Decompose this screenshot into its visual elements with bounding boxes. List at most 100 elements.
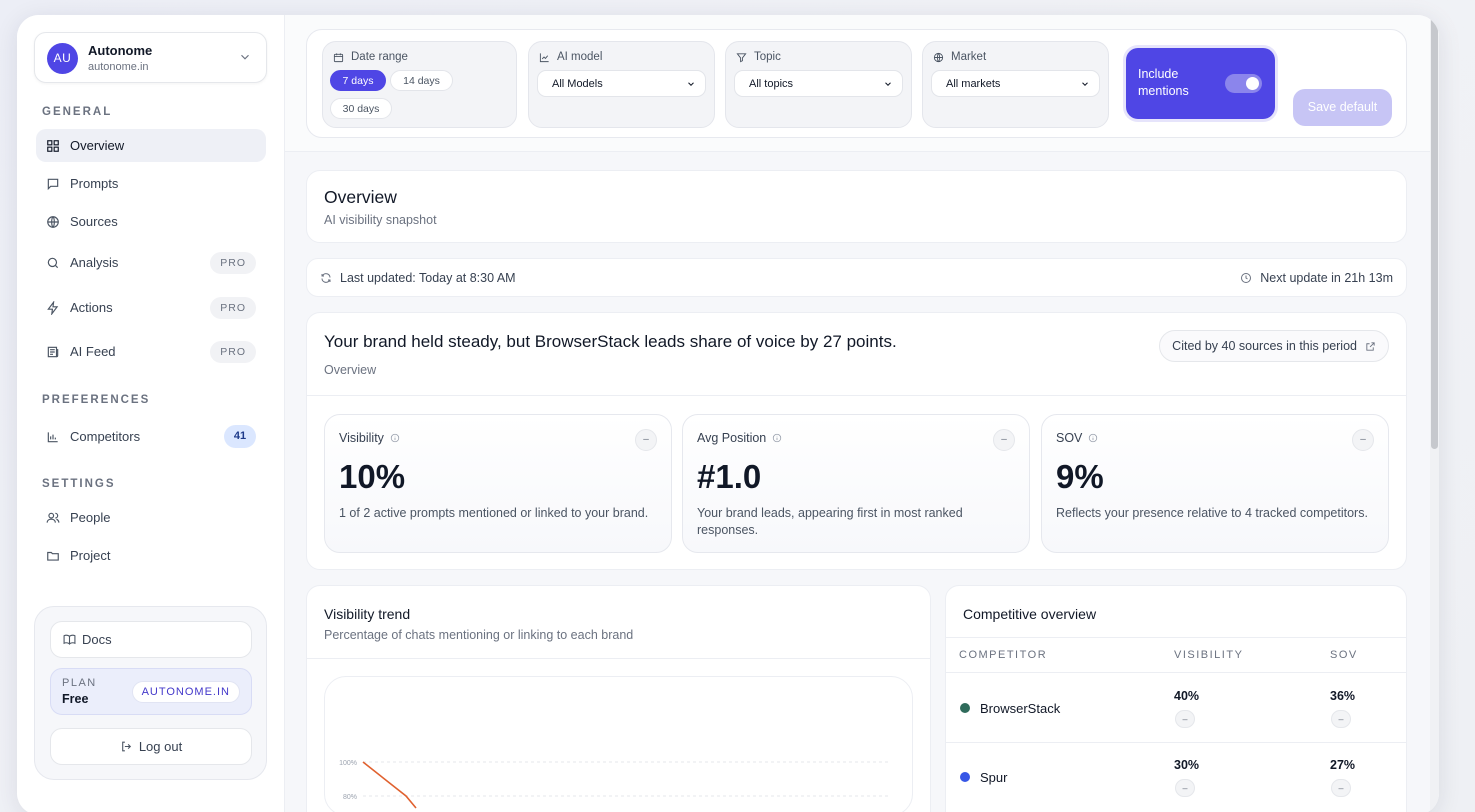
last-updated-text: Last updated: Today at 8:30 AM (340, 271, 516, 285)
column-header-sov[interactable]: SOV (1330, 649, 1358, 661)
scrollbar-thumb[interactable] (1431, 17, 1438, 449)
overview-header: Overview AI visibility snapshot (306, 170, 1407, 243)
globe-icon (933, 52, 944, 62)
competitor-name: Spur (980, 770, 1008, 785)
sidebar-item-project[interactable]: Project (36, 539, 266, 572)
metric-value: 9% (1056, 458, 1104, 495)
chevron-down-icon (885, 82, 891, 86)
sidebar-item-label: Project (70, 548, 111, 563)
cited-sources-button[interactable]: Cited by 40 sources in this period (1159, 330, 1389, 362)
include-mentions-label: Include mentions (1138, 67, 1189, 98)
grid-icon (46, 139, 60, 153)
market-filter: Market All markets (922, 41, 1109, 128)
sov-value: 27% (1330, 758, 1356, 772)
save-default-button[interactable]: Save default (1293, 89, 1392, 126)
workspace-name: Autonome (88, 43, 153, 58)
clock-icon (1241, 273, 1252, 283)
info-icon[interactable] (390, 433, 400, 443)
visibility-value: 40% (1174, 689, 1200, 703)
info-icon[interactable] (1088, 433, 1098, 443)
plan-value: Free (62, 692, 89, 706)
sidebar-item-label: Overview (70, 138, 125, 153)
sidebar-item-sources[interactable]: Sources (36, 205, 266, 238)
page-subtitle: AI visibility snapshot (324, 213, 437, 227)
sidebar-item-prompts[interactable]: Prompts (36, 167, 266, 200)
logout-button[interactable]: Log out (50, 728, 252, 765)
table-row[interactable]: BrowserStack 40% – 36% – (946, 672, 1406, 742)
market-value: All markets (946, 78, 1001, 90)
workspace-switcher[interactable]: AU Autonome autonome.in (34, 32, 267, 83)
scrollbar[interactable] (1430, 15, 1439, 812)
folder-icon (46, 549, 60, 563)
summary-subtitle: Overview (324, 363, 377, 377)
date-option-30-days[interactable]: 30 days (330, 98, 392, 119)
market-select[interactable]: All markets (931, 70, 1100, 97)
refresh-icon (321, 273, 331, 283)
metric-value: 10% (339, 458, 406, 495)
trend-title: Visibility trend (324, 606, 411, 622)
toggle-switch[interactable] (1225, 74, 1262, 93)
visibility-delta: – (1175, 710, 1195, 728)
brand-color-dot (960, 772, 970, 782)
metric-description: Reflects your presence relative to 4 tra… (1056, 506, 1368, 520)
divider (307, 658, 930, 659)
pro-badge: PRO (210, 297, 256, 319)
metric-description: 1 of 2 active prompts mentioned or linke… (339, 506, 649, 520)
ai-model-select[interactable]: All Models (537, 70, 706, 97)
section-preferences: PREFERENCES (42, 394, 151, 406)
page-title: Overview (324, 187, 397, 207)
competitive-overview-card: Competitive overview COMPETITOR VISIBILI… (945, 585, 1407, 812)
table-row[interactable]: Spur 30% – 27% – (946, 742, 1406, 812)
bar-chart-icon (46, 430, 60, 444)
next-update: Next update in 21h 13m (1240, 271, 1393, 285)
pro-badge: PRO (210, 252, 256, 274)
date-option-7-days[interactable]: 7 days (330, 70, 386, 91)
logout-label: Log out (138, 739, 183, 754)
sidebar-item-actions[interactable]: Actions PRO (36, 291, 266, 324)
sidebar-item-label: Analysis (70, 255, 119, 270)
metric-label: Visibility (339, 431, 384, 445)
date-range-label: Date range (351, 51, 408, 63)
visibility-value: 30% (1174, 758, 1200, 772)
date-option-14-days[interactable]: 14 days (390, 70, 453, 91)
sidebar-item-label: People (70, 510, 111, 525)
sidebar-item-ai-feed[interactable]: AI Feed PRO (36, 335, 266, 368)
cited-sources-label: Cited by 40 sources in this period (1172, 339, 1357, 353)
summary-card: Your brand held steady, but BrowserStack… (306, 312, 1407, 570)
ai-model-value: All Models (552, 78, 603, 90)
topic-label: Topic (754, 51, 781, 63)
y-tick-label: 80% (343, 794, 357, 801)
sidebar-item-competitors[interactable]: Competitors 41 (36, 420, 266, 453)
sidebar-item-people[interactable]: People (36, 501, 266, 534)
metric-description: Your brand leads, appearing first in mos… (697, 506, 963, 537)
metric-value: #1.0 (697, 458, 762, 495)
sov-delta: – (1331, 710, 1351, 728)
external-link-icon (1366, 341, 1375, 351)
visibility-trend-chart: 100% 80% (324, 676, 913, 812)
bolt-icon (46, 300, 60, 315)
filter-bar: Date range 7 days 14 days 30 days AI mod… (285, 15, 1439, 152)
metric-delta-badge: – (635, 429, 657, 451)
sidebar-item-analysis[interactable]: Analysis PRO (36, 246, 266, 279)
metric-label: Avg Position (697, 431, 767, 445)
column-header-visibility[interactable]: VISIBILITY (1174, 649, 1243, 661)
column-header-competitor[interactable]: COMPETITOR (959, 649, 1047, 661)
workspace-domain: autonome.in (88, 61, 149, 73)
info-icon[interactable] (772, 433, 782, 443)
globe-icon (46, 215, 60, 229)
docs-link[interactable]: Docs (50, 621, 252, 658)
users-icon (46, 511, 60, 525)
sidebar-item-label: Actions (70, 300, 113, 315)
topic-select[interactable]: All topics (734, 70, 903, 97)
topic-filter: Topic All topics (725, 41, 912, 128)
sov-value: 36% (1330, 689, 1356, 703)
topic-value: All topics (749, 78, 794, 90)
sidebar: AU Autonome autonome.in GENERAL Overview… (17, 15, 285, 812)
chevron-down-icon (241, 54, 249, 60)
include-mentions-toggle[interactable]: Include mentions (1126, 48, 1275, 119)
divider (307, 395, 1406, 396)
sidebar-item-overview[interactable]: Overview (36, 129, 266, 162)
section-settings: SETTINGS (42, 478, 116, 490)
docs-label: Docs (82, 632, 112, 647)
trend-subtitle: Percentage of chats mentioning or linkin… (324, 628, 634, 642)
